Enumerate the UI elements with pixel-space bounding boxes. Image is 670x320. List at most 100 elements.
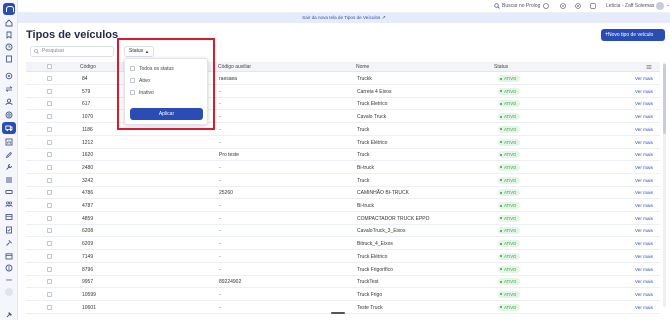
wrench-icon[interactable] [5,163,13,171]
ver-mais-link[interactable]: Ver mais [635,267,653,272]
row-checkbox[interactable] [47,164,52,170]
vehicle-icon[interactable] [2,122,16,134]
tire-icon[interactable] [5,111,13,119]
chart-icon[interactable] [5,138,13,146]
user-menu-chevron-icon[interactable]: ⌄ [666,2,670,8]
horizontal-scroll-indicator[interactable] [331,312,345,314]
table-row[interactable]: 10599 - Truck Frigo ATIVO Ver mais [26,289,660,301]
new-vehicle-type-button[interactable]: + Novo tipo de veículo [601,29,665,41]
row-checkbox[interactable] [47,190,52,196]
ver-mais-link[interactable]: Ver mais [635,216,653,221]
table-row[interactable]: 6209 - Bitruck_4_Eixos ATIVO Ver mais [26,238,660,251]
ver-mais-link[interactable]: Ver mais [635,89,653,94]
ver-mais-link[interactable]: Ver mais [635,254,653,259]
row-checkbox[interactable] [47,304,52,310]
calendar-icon[interactable] [5,252,13,260]
row-checkbox[interactable] [47,76,52,81]
row-checkbox[interactable] [47,177,52,183]
ver-mais-link[interactable]: Ver mais [635,241,653,246]
table-row[interactable]: 6208 - CavaloTruck_3_Eixos ATIVO Ver mais [26,225,660,238]
table-row[interactable]: 2480 - Bi-truck ATIVO Ver mais [26,162,660,174]
row-checkbox[interactable] [47,139,52,145]
ver-mais-link[interactable]: Ver mais [635,101,653,106]
cell-nome: Truck Eletrico [357,101,388,108]
search-input[interactable]: Pesquisar [30,46,114,57]
pin-icon[interactable] [5,306,13,318]
row-checkbox[interactable] [47,291,52,297]
table-row[interactable]: 7149 - Truck Elétrico ATIVO Ver mais [26,251,660,263]
table-row[interactable]: 8796 - Truck Frigorífico ATIVO Ver mais [26,264,660,276]
team-icon[interactable] [5,200,13,208]
row-checkbox[interactable] [47,228,52,234]
banner-text[interactable]: Sair da nova tela de Tipos de Veículos [302,15,380,20]
ver-mais-link[interactable]: Ver mais [635,140,653,145]
list-icon[interactable] [5,176,13,184]
row-checkbox[interactable] [47,203,52,208]
cell-codigo-auxiliar: - [219,177,221,184]
ver-mais-link[interactable]: Ver mais [635,165,653,170]
box-icon[interactable] [5,213,13,221]
document-icon[interactable] [5,55,13,63]
select-all-checkbox[interactable] [47,64,52,69]
table-row[interactable]: 3242 - Truck ATIVO Ver mais [26,175,660,187]
expand-sidebar-icon[interactable] [5,288,13,296]
table-row[interactable]: 4786 25260 CAMINHÃO BI-TRUCK ATIVO Ver mais [26,187,660,200]
row-checkbox[interactable] [47,152,52,158]
row-checkbox[interactable] [47,126,52,132]
tool-icon[interactable] [5,239,13,247]
scrollbar-thumb[interactable] [663,64,666,134]
ver-mais-link[interactable]: Ver mais [635,76,653,81]
ver-mais-link[interactable]: Ver mais [635,279,653,284]
column-header-codigo[interactable]: Código [80,64,96,70]
row-checkbox[interactable] [47,114,52,120]
clock-icon[interactable] [5,43,13,51]
new-screen-banner[interactable]: Sair da nova tela de Tipos de Veículos ↗ [18,13,670,23]
ver-mais-link[interactable]: Ver mais [635,114,653,119]
edit-icon[interactable] [5,151,13,159]
column-header-nome[interactable]: Nome [356,64,369,70]
user-avatar[interactable] [656,2,664,10]
settings-gear-icon[interactable] [575,3,581,9]
more-icon[interactable] [5,276,13,284]
help-icon[interactable] [543,3,549,9]
table-row[interactable]: 1212 - Truck Elétrico ATIVO Ver mais [26,137,660,149]
ver-mais-link[interactable]: Ver mais [635,228,653,233]
app-logo-icon[interactable] [3,3,15,15]
table-row[interactable]: 9957 89224902 TruckTest ATIVO Ver mais [26,276,660,289]
ver-mais-link[interactable]: Ver mais [635,178,653,183]
column-header-status[interactable]: Status [494,64,508,70]
checklist-icon[interactable] [5,226,13,234]
bookmark-icon[interactable] [5,31,13,39]
search-icon[interactable] [494,3,500,9]
row-checkbox[interactable] [47,279,52,285]
apps-icon[interactable] [590,3,596,9]
notification-icon[interactable] [560,3,566,9]
row-checkbox[interactable] [47,88,52,94]
row-checkbox[interactable] [47,215,52,221]
ver-mais-link[interactable]: Ver mais [635,305,653,310]
row-checkbox[interactable] [47,253,52,259]
table-row[interactable]: 1620 Pro teste Truck ATIVO Ver mais [26,149,660,162]
settings-icon[interactable] [5,72,13,80]
ver-mais-link[interactable]: Ver mais [635,203,653,208]
row-checkbox[interactable] [47,241,52,247]
dollar-icon[interactable] [5,264,13,272]
swap-icon[interactable] [5,85,13,93]
global-search-link[interactable]: Buscar no Prolog [502,3,540,9]
user-icon[interactable] [5,98,13,106]
truck-icon[interactable] [5,188,13,196]
vertical-scrollbar[interactable] [663,62,666,307]
table-row[interactable]: 4787 - Bi-truck ATIVO Ver mais [26,200,660,212]
row-checkbox[interactable] [47,101,52,107]
ver-mais-link[interactable]: Ver mais [635,292,653,297]
column-settings-icon[interactable] [646,64,652,70]
ver-mais-link[interactable]: Ver mais [635,190,653,195]
table-row[interactable]: 4859 - COMPACTADOR TRUCK EPPO ATIVO Ver mais [26,213,660,225]
column-header-codigo-auxiliar[interactable]: Código auxiliar [218,64,251,70]
cell-codigo: 9957 [82,279,94,286]
user-name[interactable]: Leticia - Zaff Solemas [606,3,654,9]
ver-mais-link[interactable]: Ver mais [635,152,653,157]
home-icon[interactable] [5,19,13,27]
ver-mais-link[interactable]: Ver mais [635,127,653,132]
row-checkbox[interactable] [47,266,52,272]
